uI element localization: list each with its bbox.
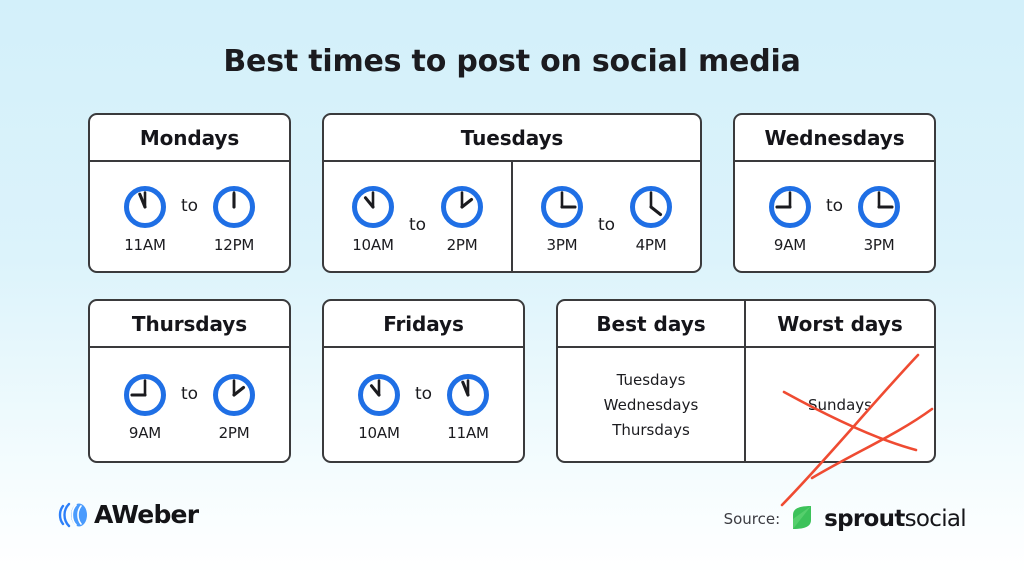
card-title-wednesdays: Wednesdays	[735, 115, 934, 162]
clock-icon	[123, 185, 166, 228]
source-attribution: Source: sproutsocial	[723, 505, 967, 533]
range-separator: to	[825, 195, 844, 216]
range-separator: to	[414, 383, 433, 404]
time-range-thursdays-1: 9AM to 2PM	[90, 368, 289, 442]
clock-icon	[540, 185, 583, 228]
clock-icon	[213, 373, 256, 416]
clock-icon	[213, 185, 256, 228]
time-label: 10AM	[358, 423, 400, 442]
infographic-root: Best times to post on social media Monda…	[0, 0, 1024, 576]
worst-days-header: Worst days	[777, 311, 903, 336]
best-worst-body: Tuesdays Wednesdays Thursdays Sundays	[558, 348, 934, 507]
clock-icon	[447, 373, 490, 416]
time-end-wednesdays-1: 3PM	[856, 184, 902, 254]
time-start-wednesdays-1: 9AM	[767, 184, 813, 254]
time-end-mondays-1: 12PM	[211, 184, 257, 254]
time-label: 12PM	[213, 235, 255, 254]
card-mondays: Mondays 11AM to 12PM	[88, 113, 291, 273]
card-thursdays: Thursdays 9AM to 2PM	[88, 299, 291, 463]
range-separator: to	[597, 214, 616, 235]
clock-icon	[441, 185, 484, 228]
time-end-fridays-1: 11AM	[445, 372, 491, 442]
time-range-wednesdays-1: 9AM to 3PM	[735, 180, 934, 254]
sprout-text: sprout	[824, 506, 905, 532]
time-label: 4PM	[635, 235, 667, 254]
card-body-fridays: 10AM to 11AM	[324, 348, 523, 461]
time-start-tuesdays-1: 10AM	[350, 184, 396, 254]
sproutsocial-wordmark: sproutsocial	[824, 506, 967, 532]
card-body-tuesdays: 10AM to 2PM 3PM to 4PM	[324, 162, 700, 271]
clock-icon	[768, 185, 811, 228]
time-range-tuesdays-2: 3PM to 4PM	[513, 162, 700, 271]
card-wednesdays: Wednesdays 9AM to 3PM	[733, 113, 936, 273]
social-text: social	[904, 506, 967, 532]
best-days-header: Best days	[558, 301, 746, 346]
time-start-fridays-1: 10AM	[356, 372, 402, 442]
card-title-mondays: Mondays	[90, 115, 289, 162]
card-best-worst-days: Best days Worst days Tuesdays Wednesdays…	[556, 299, 936, 507]
range-separator: to	[180, 195, 199, 216]
time-label: 9AM	[773, 235, 807, 254]
card-body-mondays: 11AM to 12PM	[90, 162, 289, 271]
time-label: 11AM	[124, 235, 166, 254]
card-title-fridays: Fridays	[324, 301, 523, 348]
source-label: Source:	[723, 510, 781, 528]
card-title-tuesdays: Tuesdays	[324, 115, 700, 162]
card-body-wednesdays: 9AM to 3PM	[735, 162, 934, 271]
time-end-tuesdays-2: 4PM	[628, 184, 674, 254]
clock-icon	[351, 185, 394, 228]
card-title-thursdays: Thursdays	[90, 301, 289, 348]
card-body-thursdays: 9AM to 2PM	[90, 348, 289, 461]
clock-icon	[357, 373, 400, 416]
worst-days-column: Sundays	[746, 348, 934, 461]
list-item: Sundays	[808, 395, 872, 414]
time-end-tuesdays-1: 2PM	[439, 184, 485, 254]
leaf-icon	[793, 506, 812, 529]
range-separator: to	[408, 214, 427, 235]
clock-icon	[858, 185, 901, 228]
list-item: Thursdays	[612, 420, 690, 439]
time-label: 11AM	[447, 423, 489, 442]
card-fridays: Fridays 10AM to 11AM	[322, 299, 525, 463]
time-range-mondays-1: 11AM to 12PM	[90, 180, 289, 254]
aweber-wordmark: AWeber	[94, 500, 199, 529]
best-worst-header-row: Best days Worst days	[558, 301, 934, 348]
time-label: 2PM	[218, 423, 250, 442]
aweber-logo: AWeber	[57, 500, 199, 529]
best-days-column: Tuesdays Wednesdays Thursdays	[558, 348, 746, 461]
time-label: 3PM	[546, 235, 578, 254]
time-label: 3PM	[863, 235, 895, 254]
time-label: 9AM	[128, 423, 162, 442]
time-start-thursdays-1: 9AM	[122, 372, 168, 442]
time-range-fridays-1: 10AM to 11AM	[324, 368, 523, 442]
list-item: Wednesdays	[603, 395, 699, 414]
time-range-tuesdays-1: 10AM to 2PM	[324, 162, 513, 271]
clock-icon	[123, 373, 166, 416]
list-item: Tuesdays	[616, 370, 686, 389]
time-start-mondays-1: 11AM	[122, 184, 168, 254]
time-label: 2PM	[446, 235, 478, 254]
clock-icon	[630, 185, 673, 228]
page-title: Best times to post on social media	[223, 44, 801, 79]
time-start-tuesdays-2: 3PM	[539, 184, 585, 254]
time-label: 10AM	[352, 235, 394, 254]
card-tuesdays: Tuesdays 10AM to 2PM 3PM to 4PM	[322, 113, 702, 273]
time-end-thursdays-1: 2PM	[211, 372, 257, 442]
range-separator: to	[180, 383, 199, 404]
aweber-mark-icon	[58, 502, 87, 527]
